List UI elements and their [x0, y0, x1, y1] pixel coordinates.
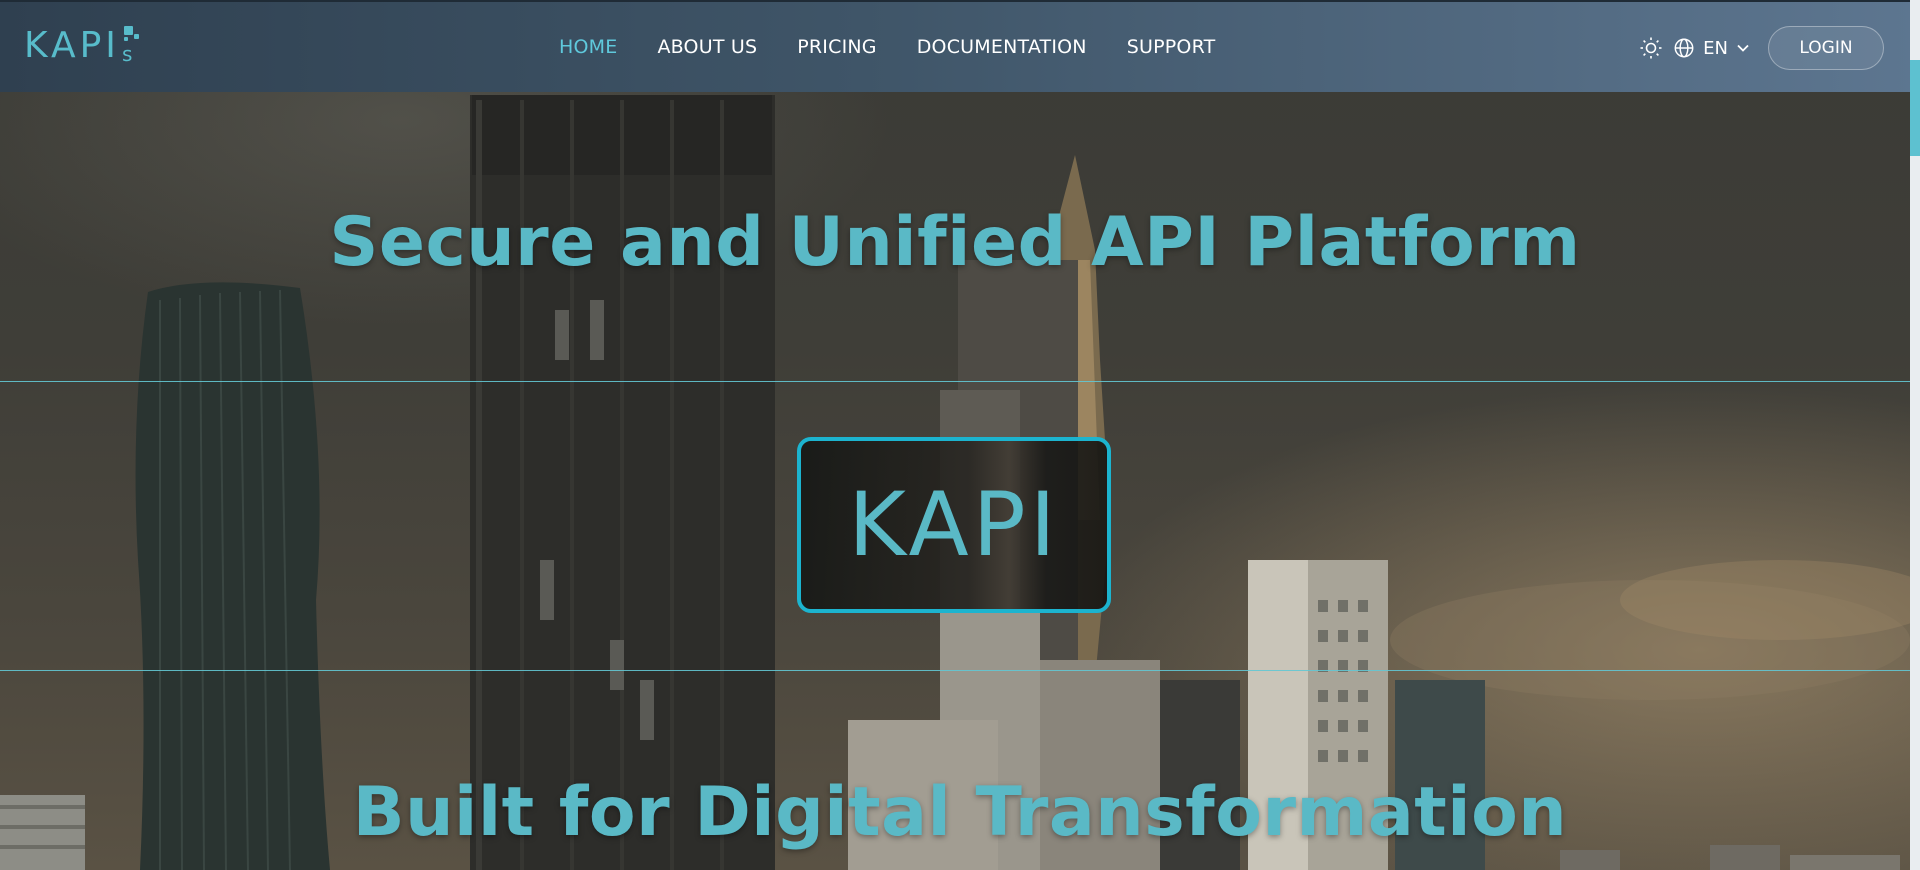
- language-code: EN: [1703, 37, 1728, 59]
- hero-background-image: [0, 0, 1920, 870]
- nav-pricing[interactable]: PRICING: [797, 36, 876, 58]
- nav-support[interactable]: SUPPORT: [1127, 36, 1216, 58]
- page-scrollbar-thumb[interactable]: [1910, 60, 1920, 156]
- nav-documentation[interactable]: DOCUMENTATION: [917, 36, 1087, 58]
- top-navigation-bar: KAPI s HOME ABOUT US PRICING DOCUMENTATI…: [0, 0, 1920, 92]
- hero-headline-top: Secure and Unified API Platform: [329, 203, 1581, 282]
- login-button[interactable]: LOGIN: [1768, 26, 1884, 70]
- kapi-center-badge: KAPI: [797, 437, 1111, 613]
- globe-icon: [1674, 38, 1694, 58]
- hero-headline-bottom: Built for Digital Transformation: [352, 773, 1568, 852]
- kapi-center-label: KAPI: [848, 473, 1060, 576]
- page: KAPI s HOME ABOUT US PRICING DOCUMENTATI…: [0, 0, 1920, 870]
- main-navigation: HOME ABOUT US PRICING DOCUMENTATION SUPP…: [559, 36, 1215, 58]
- logo-text: KAPI: [24, 25, 120, 66]
- divider-line-top: [0, 381, 1910, 382]
- nav-about-us[interactable]: ABOUT US: [657, 36, 757, 58]
- city-skyline-illustration: [0, 95, 1920, 870]
- language-selector[interactable]: EN: [1673, 37, 1750, 59]
- sun-icon[interactable]: [1637, 34, 1665, 62]
- nav-home[interactable]: HOME: [559, 36, 617, 58]
- logo-suffix: s: [121, 42, 133, 66]
- kapis-logo[interactable]: KAPI s: [24, 25, 139, 66]
- chevron-down-icon: [1737, 44, 1749, 52]
- divider-line-bottom: [0, 670, 1910, 671]
- header-tools: EN LOGIN: [1637, 26, 1884, 70]
- logo-squares-icon: [124, 26, 139, 41]
